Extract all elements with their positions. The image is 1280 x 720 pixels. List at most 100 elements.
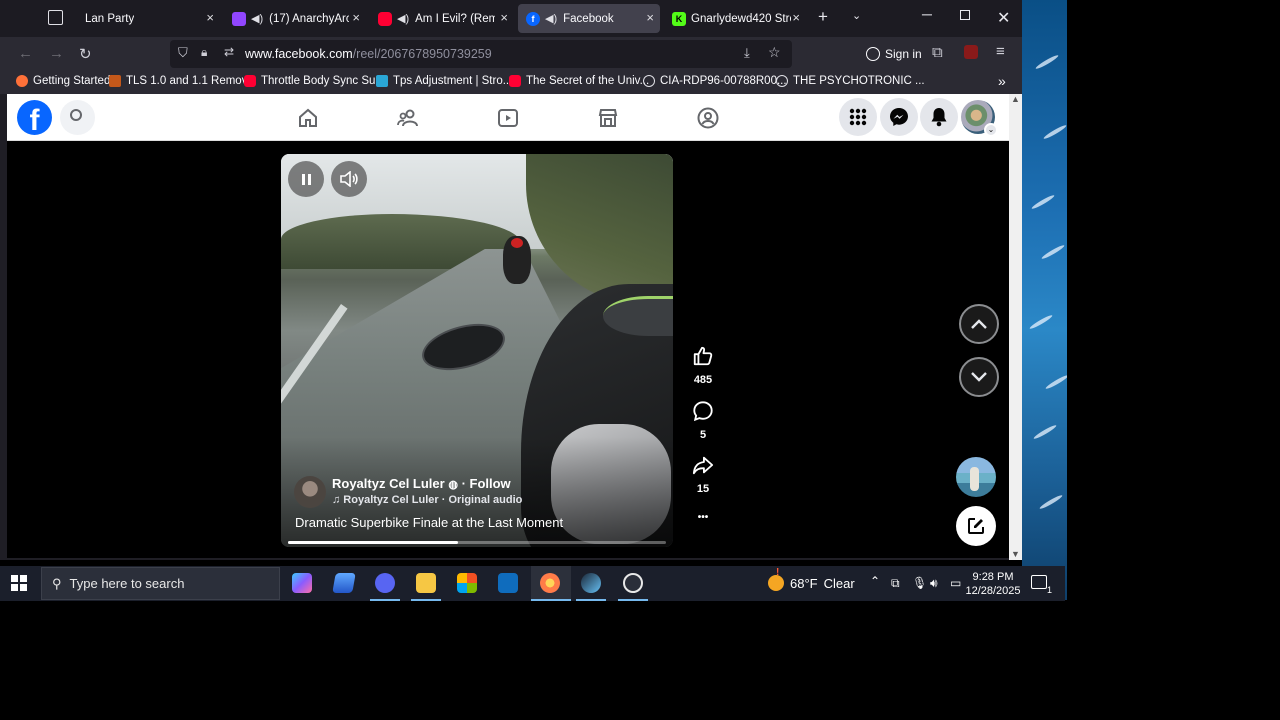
notifications-button[interactable] [920, 98, 958, 136]
address-bar[interactable]: ⛉ 🔒︎ ⇄ www.facebook.com/reel/20676789507… [170, 40, 792, 68]
video-icon[interactable] [496, 106, 520, 130]
reload-icon[interactable]: ↻ [79, 45, 92, 63]
more-options-icon[interactable]: ••• [689, 512, 717, 523]
volume-icon[interactable]: 🔊︎ [930, 576, 938, 591]
speaker-icon[interactable]: ◀) [545, 12, 557, 25]
video-progress-bar[interactable] [288, 541, 666, 544]
navigation-toolbar: ← → ↻ ⛉ 🔒︎ ⇄ www.facebook.com/reel/20676… [0, 37, 1022, 71]
marketplace-icon[interactable] [596, 106, 620, 130]
create-reel-button[interactable] [956, 506, 996, 546]
close-icon[interactable]: × [792, 10, 800, 25]
back-arrow-icon[interactable]: ← [18, 45, 33, 62]
tab-lan-party[interactable]: Lan Party × [76, 4, 220, 33]
page-scrollbar[interactable]: ▲ ▼ [1009, 94, 1022, 560]
taskbar-search-box[interactable]: ⚲ Type here to search [41, 567, 280, 600]
notifications-icon[interactable]: 1 [1031, 575, 1052, 595]
like-action[interactable]: 485 [689, 345, 717, 386]
forward-arrow-icon[interactable]: → [49, 45, 64, 62]
friends-icon[interactable] [396, 106, 420, 130]
copilot-icon[interactable] [292, 573, 312, 593]
permissions-icon[interactable]: ⇄ [224, 45, 234, 59]
lock-icon[interactable]: 🔒︎ [201, 45, 207, 60]
search-icon [70, 109, 82, 121]
minimize-button[interactable]: ─ [922, 6, 932, 22]
ublock-icon[interactable] [964, 45, 978, 59]
maximize-button[interactable] [960, 10, 970, 20]
bookmark-label: Throttle Body Sync Su... [261, 75, 386, 87]
speaker-icon [340, 171, 358, 187]
sign-in-button[interactable]: Sign in [862, 42, 924, 66]
bookmark-star-icon[interactable]: ☆ [768, 44, 781, 61]
tab-facebook[interactable]: f ◀) Facebook × [518, 4, 660, 33]
follow-button[interactable]: · Follow [462, 476, 511, 491]
network-icon[interactable]: ▭ [950, 576, 961, 590]
author-avatar[interactable] [294, 476, 326, 508]
windows-start-icon[interactable] [11, 575, 27, 591]
bookmark-item[interactable]: TLS 1.0 and 1.1 Remov... [109, 75, 256, 87]
steam-icon[interactable] [581, 573, 601, 593]
close-icon[interactable]: × [646, 10, 654, 25]
speaker-icon[interactable]: ◀) [397, 12, 409, 25]
app-icon[interactable] [332, 573, 356, 593]
bookmark-item[interactable]: Tps Adjustment | Stro... [376, 75, 512, 87]
messenger-button[interactable] [880, 98, 918, 136]
save-page-icon[interactable]: ⤓ [744, 45, 750, 61]
previous-reel-button[interactable] [959, 304, 999, 344]
pause-button[interactable] [288, 161, 324, 197]
tab-twitch[interactable]: ◀) (17) AnarchyArcade × [224, 4, 366, 33]
close-icon[interactable]: × [206, 10, 214, 25]
mail-icon[interactable] [498, 573, 518, 593]
url-text[interactable]: www.facebook.com/reel/2067678950739259 [245, 47, 492, 61]
tab-kick[interactable]: K Gnarlydewd420 Stream × [664, 4, 806, 33]
search-button[interactable] [60, 100, 95, 135]
next-reel-button[interactable] [959, 357, 999, 397]
file-explorer-icon[interactable] [416, 573, 436, 593]
discord-icon[interactable] [375, 573, 395, 593]
facebook-top-nav: f ⌄ [7, 94, 1009, 141]
groups-icon[interactable] [696, 106, 720, 130]
weather-widget[interactable]: ! 68°F Clear [768, 567, 855, 591]
tab-list-chevron-icon[interactable]: ⌄ [852, 9, 861, 22]
bell-icon [931, 108, 947, 127]
menu-hamburger-icon[interactable]: ≡ [996, 43, 1005, 60]
profile-avatar[interactable]: ⌄ [961, 100, 998, 137]
facebook-logo[interactable]: f [17, 100, 52, 135]
bookmark-item[interactable]: CIA-RDP96-00788R00... [643, 75, 787, 87]
bookmark-item[interactable]: Throttle Body Sync Su... [244, 75, 385, 87]
scroll-up-icon[interactable]: ▲ [1011, 94, 1020, 104]
new-tab-button[interactable]: + [818, 7, 828, 27]
menu-grid-button[interactable] [839, 98, 877, 136]
microsoft-store-icon[interactable] [457, 573, 477, 593]
share-action[interactable]: 15 [689, 454, 717, 495]
firefox-icon [16, 75, 28, 87]
bookmark-item[interactable]: Getting Started [16, 75, 110, 87]
next-reel-thumbnail[interactable] [956, 457, 996, 497]
thumbs-up-icon [693, 346, 713, 366]
tab-label: Gnarlydewd420 Stream [691, 12, 791, 25]
bookmark-item[interactable]: THE PSYCHOTRONIC ... [776, 75, 925, 87]
comment-action[interactable]: 5 [689, 400, 717, 441]
clock-date: 12/28/2025 [965, 585, 1021, 597]
mute-button[interactable] [331, 161, 367, 197]
scroll-down-icon[interactable]: ▼ [1011, 549, 1020, 559]
bookmarks-overflow-chevron-icon[interactable]: » [998, 73, 1006, 89]
meet-now-icon[interactable]: ⧉ [891, 576, 900, 591]
tab-youtube[interactable]: ◀) Am I Evil? (Remaster × [370, 4, 514, 33]
speaker-icon[interactable]: ◀) [251, 12, 263, 25]
home-icon[interactable] [296, 106, 320, 130]
app-icon[interactable] [623, 573, 643, 593]
extensions-icon[interactable]: ⧉ [932, 44, 943, 61]
tab-manager-icon[interactable] [48, 10, 63, 25]
system-clock[interactable]: 9:28 PM 12/28/2025 [962, 570, 1024, 598]
close-icon[interactable]: × [352, 10, 360, 25]
bookmark-item[interactable]: The Secret of the Univ... [509, 75, 649, 87]
author-name[interactable]: Royaltyz Cel Luler [332, 476, 445, 491]
original-audio-link[interactable]: ♫ Royaltyz Cel Luler · Original audio [332, 494, 522, 506]
microphone-icon[interactable]: 🎙︎ [912, 576, 927, 590]
close-icon[interactable]: × [500, 10, 508, 25]
chevron-up-icon[interactable]: ⌃ [870, 574, 880, 588]
close-window-button[interactable]: ✕ [997, 8, 1010, 28]
shield-icon[interactable]: ⛉ [178, 45, 188, 61]
reel-video[interactable]: Royaltyz Cel Luler ◍ · Follow ♫ Royaltyz… [281, 154, 673, 547]
youtube-icon [244, 75, 256, 87]
